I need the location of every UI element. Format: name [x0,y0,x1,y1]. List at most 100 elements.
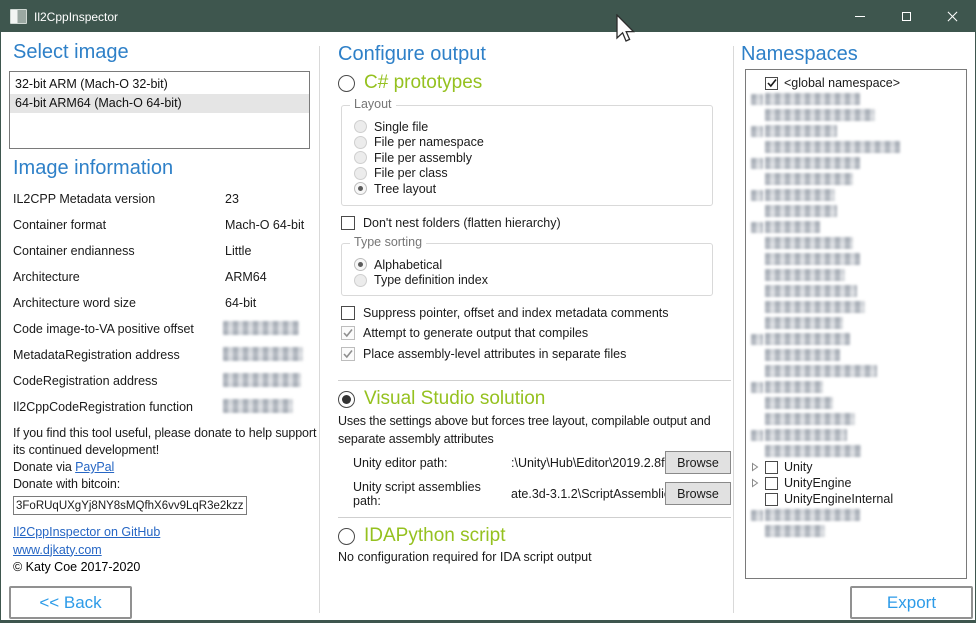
redacted-expander [751,430,763,441]
redacted-namespace [765,397,833,409]
layout-file-per-class-radio[interactable] [354,167,367,180]
output-option-checkboxes: Suppress pointer, offset and index metad… [341,305,669,362]
namespace-label: UnityEngine [784,476,851,490]
flatten-hierarchy-checkbox[interactable] [341,216,355,230]
visual-studio-solution-radio[interactable] [338,391,355,408]
csharp-prototypes-label: C# prototypes [364,72,482,94]
redacted-namespace [765,173,853,185]
idapython-script-label: IDAPython script [364,525,506,547]
expander-icon[interactable] [751,478,765,488]
suppress-pointer-offset-checkbox[interactable] [341,306,355,320]
namespace-global-namespace-checkbox[interactable] [765,77,778,90]
namespace-global-namespace[interactable]: <global namespace> [751,75,966,91]
redacted-namespace [765,157,860,169]
csharp-prototypes-radio[interactable] [338,75,355,92]
redacted-namespace [765,125,837,137]
export-button[interactable]: Export [850,586,973,619]
layout-file-per-class-option[interactable]: File per class [354,166,712,182]
option-label: File per namespace [374,135,484,149]
donate-message: If you find this tool useful, please don… [13,425,321,459]
column-separator [319,46,320,613]
column-separator [733,46,734,613]
namespace-unityengineinternal[interactable]: UnityEngineInternal [751,491,966,507]
layout-file-per-assembly-radio[interactable] [354,151,367,164]
info-row-il2cppcoderegistration-function: Il2CppCodeRegistration function [13,395,313,421]
namespace-unityengine[interactable]: UnityEngine [751,475,966,491]
info-label: Container endianness [13,244,135,258]
namespace-label: UnityEngineInternal [784,492,893,506]
maximize-button[interactable] [883,1,929,32]
redacted-namespace [765,509,860,521]
layout-file-per-namespace-option[interactable]: File per namespace [354,135,712,151]
namespace-row-redacted [751,395,966,411]
namespace-row-redacted [751,235,966,251]
expander-spacer [751,158,765,169]
namespace-row-redacted [751,155,966,171]
github-link[interactable]: Il2CppInspector on GitHub [13,524,160,542]
back-button[interactable]: << Back [9,586,132,619]
image-option-32-bit-arm-mach-o-32-bit[interactable]: 32-bit ARM (Mach-O 32-bit) [10,75,309,94]
info-row-container-endianness: Container endiannessLittle [13,239,313,265]
redacted-namespace [765,269,845,281]
layout-single-file-radio[interactable] [354,120,367,133]
typesort-alphabetical-option[interactable]: Alphabetical [354,257,712,273]
suppress-pointer-offset-option[interactable]: Suppress pointer, offset and index metad… [341,305,669,321]
browse-unity-editor-path-button[interactable]: Browse [665,451,731,474]
window-controls [837,1,975,32]
csharp-prototypes-option[interactable]: C# prototypes [338,71,482,95]
paypal-link[interactable]: PayPal [75,460,114,474]
image-option-64-bit-arm64-mach-o-64-bit[interactable]: 64-bit ARM64 (Mach-O 64-bit) [10,94,309,113]
titlebar[interactable]: Il2CppInspector [1,1,975,32]
typesort-type-definition-index-option[interactable]: Type definition index [354,273,712,289]
minimize-button[interactable] [837,1,883,32]
close-button[interactable] [929,1,975,32]
idapython-script-option[interactable]: IDAPython script [338,524,506,548]
bitcoin-address-input[interactable] [13,496,247,515]
namespace-unity-checkbox[interactable] [765,461,778,474]
expander-icon[interactable] [751,462,765,472]
namespace-row-redacted [751,443,966,459]
namespaces-list[interactable]: <global namespace> UnityUnityEngine UnityE… [745,69,967,579]
redacted-namespace [765,445,861,457]
layout-tree-layout-radio[interactable] [354,182,367,195]
idapython-script-radio[interactable] [338,528,355,545]
attempt-to-generate-checkbox[interactable] [341,326,355,340]
namespace-row-redacted [751,379,966,395]
section-separator [338,517,731,518]
redacted-namespace [765,525,825,537]
info-value: 64-bit [225,296,256,310]
visual-studio-solution-option[interactable]: Visual Studio solution [338,387,545,411]
layout-file-per-namespace-radio[interactable] [354,136,367,149]
namespace-row-redacted [751,123,966,139]
mouse-cursor-icon [613,14,637,46]
layout-file-per-assembly-option[interactable]: File per assembly [354,150,712,166]
browse-unity-script-assemblies-path-button[interactable]: Browse [665,482,731,505]
minimize-icon [855,16,865,17]
image-listbox[interactable]: 32-bit ARM (Mach-O 32-bit)64-bit ARM64 (… [9,71,310,149]
layout-single-file-option[interactable]: Single file [354,119,712,135]
expander-spacer [751,334,765,345]
redacted-namespace [765,93,860,105]
namespace-row-redacted [751,363,966,379]
typesort-alphabetical-radio[interactable] [354,258,367,271]
namespace-row-redacted [751,347,966,363]
namespace-unity[interactable]: Unity [751,459,966,475]
attempt-to-generate-option[interactable]: Attempt to generate output that compiles [341,326,669,342]
redacted-expander [751,190,763,201]
layout-tree-layout-option[interactable]: Tree layout [354,181,712,197]
redacted-namespace [765,221,820,233]
namespace-unityengine-checkbox[interactable] [765,477,778,490]
info-label: Architecture [13,270,80,284]
option-label: Alphabetical [374,258,442,272]
type-sorting-group-title: Type sorting [350,235,426,249]
typesort-type-definition-index-radio[interactable] [354,274,367,287]
namespace-label: <global namespace> [784,76,900,90]
flatten-hierarchy-option[interactable]: Don't nest folders (flatten hierarchy) [341,215,561,231]
expander-spacer [751,430,765,441]
place-assembly-level-option[interactable]: Place assembly-level attributes in separ… [341,346,669,362]
namespace-unityengineinternal-checkbox[interactable] [765,493,778,506]
redacted-namespace [765,109,875,121]
website-link[interactable]: www.djkaty.com [13,542,160,560]
redacted-namespace [765,381,823,393]
place-assembly-level-checkbox[interactable] [341,347,355,361]
